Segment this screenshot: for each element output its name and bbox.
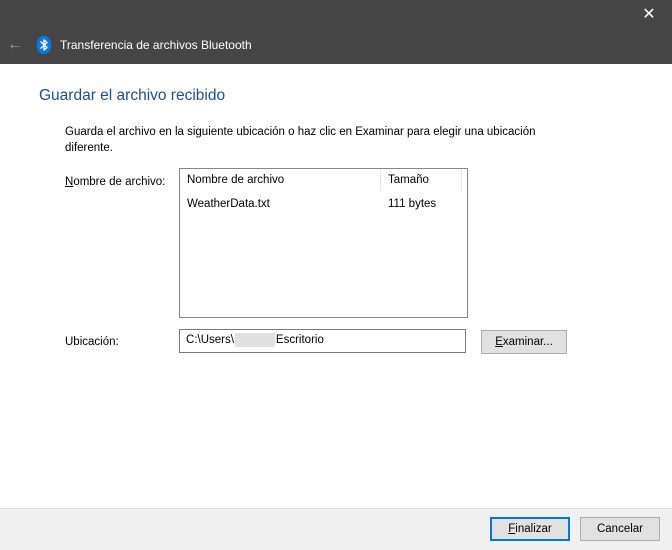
finish-button[interactable]: Finalizar [490,517,570,541]
page-heading: Guardar el archivo recibido [39,87,226,104]
bluetooth-icon [37,36,51,54]
browse-button[interactable]: Examinar... [481,330,567,354]
file-name-cell: WeatherData.txt [187,198,270,210]
instructions-text: Guarda el archivo en la siguiente ubicac… [65,126,536,154]
path-prefix: C:\Users\ [186,334,234,346]
back-button[interactable]: ← [4,34,26,56]
column-header-filename[interactable]: Nombre de archivo [180,169,381,191]
column-header-size[interactable]: Tamaño [381,169,462,191]
window-title: Transferencia de archivos Bluetooth [60,38,252,52]
file-list[interactable]: Nombre de archivo Tamaño WeatherData.txt… [179,168,468,318]
footer-bar: Finalizar Cancelar [0,508,672,550]
cancel-button[interactable]: Cancelar [580,517,660,541]
file-list-row[interactable]: WeatherData.txt 111 bytes [180,193,467,215]
filename-label-rest: ombre de archivo: [73,176,166,188]
path-suffix: Escritorio [275,334,324,346]
browse-label-rest: xaminar... [502,336,553,348]
file-size-cell: 111 bytes [388,198,437,210]
finish-label-rest: inalizar [515,523,552,535]
wizard-content: Guardar el archivo recibido Guarda el ar… [0,64,672,508]
filename-label: Nombre de archivo: [65,174,165,190]
browse-accel: E [495,336,503,348]
close-icon: ✕ [642,6,656,23]
back-arrow-icon: ← [7,36,23,53]
redacted-username [234,332,275,347]
close-button[interactable]: ✕ [626,0,672,30]
file-list-header: Nombre de archivo Tamaño [180,169,467,191]
title-bar: ✕ ← Transferencia de archivos Bluetooth [0,0,672,64]
location-label: Ubicación: [65,336,119,348]
location-path-field[interactable]: C:\Users\ Escritorio [179,329,466,353]
